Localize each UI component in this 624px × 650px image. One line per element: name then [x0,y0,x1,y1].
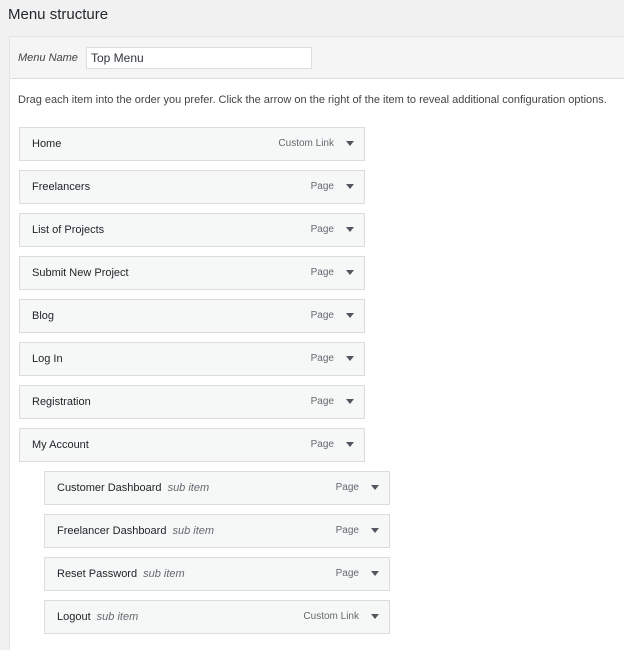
menu-item[interactable]: Freelancers Page [19,170,365,204]
menu-item-type: Page [335,482,359,493]
triangle-down-icon[interactable] [371,485,379,490]
menu-item-title: Log In [32,353,63,365]
menu-item-title: Freelancers [32,181,91,193]
menu-item-type: Page [310,267,334,278]
menu-item-type: Page [335,525,359,536]
menu-item[interactable]: Logout sub item Custom Link [44,600,390,634]
triangle-down-icon[interactable] [371,614,379,619]
triangle-down-icon[interactable] [346,356,354,361]
menu-item-sub-label: sub item [143,568,185,580]
menu-item[interactable]: Submit New Project Page [19,256,365,290]
menu-item-type: Custom Link [278,138,334,149]
menu-item-type: Page [310,353,334,364]
menu-item[interactable]: My Account Page [19,428,365,462]
instructions-text: Drag each item into the order you prefer… [18,94,607,106]
menu-item[interactable]: Blog Page [19,299,365,333]
triangle-down-icon[interactable] [371,571,379,576]
menu-item-title: Blog [32,310,55,322]
triangle-down-icon[interactable] [346,442,354,447]
menu-item[interactable]: Log In Page [19,342,365,376]
triangle-down-icon[interactable] [346,141,354,146]
menu-item-type: Page [335,568,359,579]
menu-item-title: List of Projects [32,224,105,236]
menu-item[interactable]: Registration Page [19,385,365,419]
menu-item[interactable]: Freelancer Dashboard sub item Page [44,514,390,548]
menu-item-sub-label: sub item [172,525,215,537]
menu-item-title: My Account [32,439,89,451]
menu-item[interactable]: Reset Password sub item Page [44,557,390,591]
menu-item-sub-label: sub item [167,482,210,494]
menu-item-type: Page [310,224,334,235]
menu-item-type: Page [310,181,334,192]
menu-name-label: Menu Name [18,52,78,64]
menu-item-title: Reset Password sub item [57,568,185,580]
triangle-down-icon[interactable] [346,270,354,275]
triangle-down-icon[interactable] [346,227,354,232]
menu-item-type: Custom Link [303,611,359,622]
menu-item-title: Logout sub item [57,611,139,623]
menu-name-input[interactable] [86,47,312,69]
menu-header: Menu Name [10,37,624,79]
menu-item-title: Customer Dashboard sub item [57,482,210,494]
menu-item-title: Freelancer Dashboard sub item [57,525,215,537]
menu-item-type: Page [310,396,334,407]
menu-item[interactable]: List of Projects Page [19,213,365,247]
page-title: Menu structure [8,6,109,23]
triangle-down-icon[interactable] [371,528,379,533]
triangle-down-icon[interactable] [346,313,354,318]
menu-item[interactable]: Home Custom Link [19,127,365,161]
menu-item-type: Page [310,310,334,321]
triangle-down-icon[interactable] [346,184,354,189]
menu-item-title: Home [32,138,62,150]
menu-structure-panel: Menu Name Drag each item into the order … [9,36,624,650]
menu-item-sub-label: sub item [96,611,139,623]
menu-item-type: Page [310,439,334,450]
menu-item-title: Registration [32,396,91,408]
menu-item[interactable]: Customer Dashboard sub item Page [44,471,390,505]
triangle-down-icon[interactable] [346,399,354,404]
menu-item-title: Submit New Project [32,267,129,279]
